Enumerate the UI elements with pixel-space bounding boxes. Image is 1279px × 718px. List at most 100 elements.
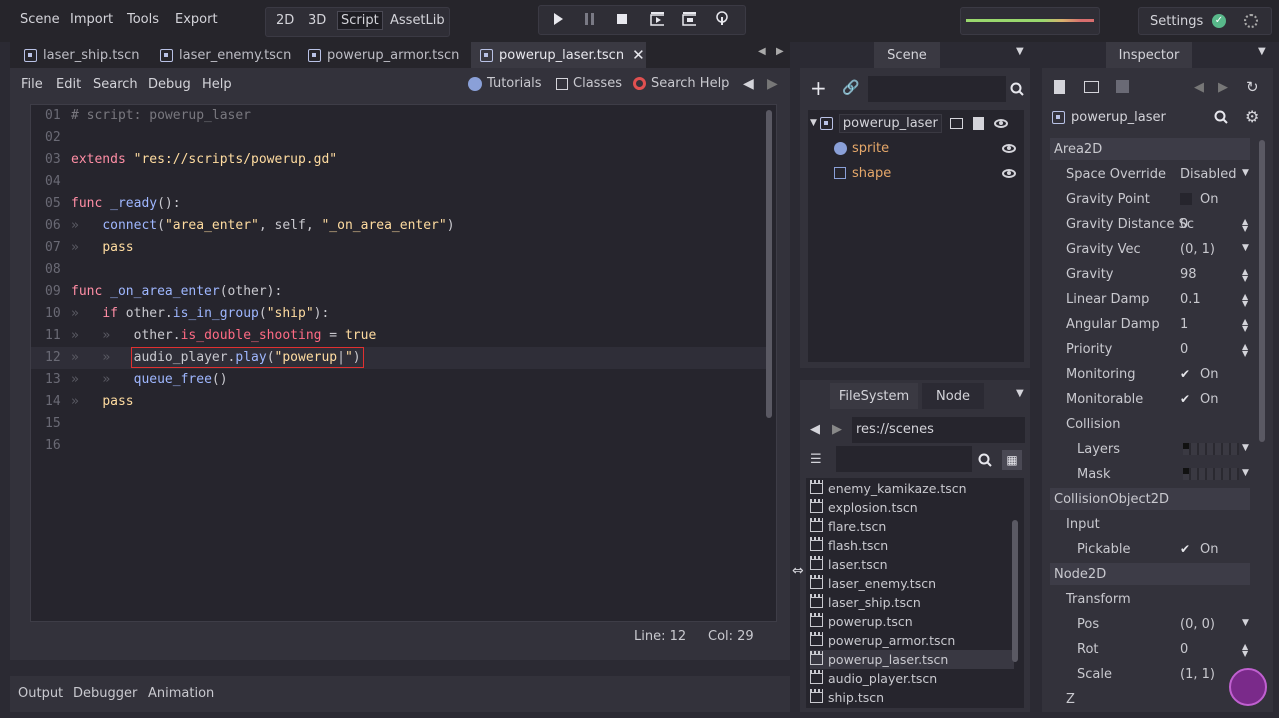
section-node2d[interactable]: Node2D <box>1050 563 1250 585</box>
code-line[interactable]: 12 » » audio_player.play("powerup|") <box>31 347 766 369</box>
scene-dock-menu-icon[interactable]: ▼ <box>1016 46 1024 57</box>
dropdown-icon[interactable]: ▼ <box>1242 243 1249 253</box>
tree-node-sprite[interactable]: sprite <box>834 137 1020 159</box>
prop-z-group[interactable]: Z <box>1066 688 1075 710</box>
forward-icon[interactable]: ▶ <box>832 422 842 437</box>
file-item[interactable]: laser_enemy.tscn <box>810 574 1014 593</box>
code-line[interactable]: 16 <box>31 435 766 457</box>
inspector-scrollbar[interactable] <box>1259 140 1265 442</box>
tree-node-root[interactable]: ▼ powerup_laser <box>810 112 1022 134</box>
spin-arrows-icon[interactable]: ▲ ▼ <box>1242 343 1248 358</box>
code-line[interactable]: 15 <box>31 413 766 435</box>
tab-filesystem[interactable]: FileSystem <box>830 383 918 409</box>
mode-3d[interactable]: 3D <box>308 13 326 28</box>
visibility-eye-icon[interactable] <box>993 118 1008 128</box>
checkbox-unchecked[interactable] <box>1180 193 1192 205</box>
menu-tools[interactable]: Tools <box>127 12 159 27</box>
section-area2d[interactable]: Area2D <box>1050 138 1250 160</box>
scene-filter-input[interactable] <box>868 76 1006 102</box>
code-line[interactable]: 10 » if other.is_in_group("ship"): <box>31 303 766 325</box>
tab-node[interactable]: Node <box>922 383 984 409</box>
prop-monitoring-toggle[interactable]: ✔ On <box>1180 363 1218 385</box>
back-icon[interactable]: ◀ <box>810 422 820 437</box>
prop-rot-value[interactable]: 0 <box>1180 638 1188 660</box>
tab-animation[interactable]: Animation <box>148 686 214 701</box>
code-line[interactable]: 05 func _ready(): <box>31 193 766 215</box>
tab-scroll-left-icon[interactable]: ◀ <box>758 46 766 57</box>
code-line[interactable]: 11 » » other.is_double_shooting = true <box>31 325 766 347</box>
file-item[interactable]: powerup_laser.tscn <box>810 650 1014 669</box>
file-item[interactable]: powerup.tscn <box>810 612 1014 631</box>
dropdown-icon[interactable]: ▼ <box>1242 443 1249 453</box>
path-field[interactable]: res://scenes <box>852 417 1025 443</box>
prop-space-override-value[interactable]: Disabled <box>1180 163 1236 185</box>
link-icon[interactable]: 🔗 <box>842 80 859 96</box>
prop-gravity-value[interactable]: 98 <box>1180 263 1197 285</box>
collapse-icon[interactable]: ▼ <box>810 118 817 128</box>
inspector-tab[interactable]: Inspector <box>1106 42 1192 68</box>
prop-pos-value[interactable]: (0, 0) <box>1180 613 1215 635</box>
gear-icon[interactable]: ⚙ <box>1245 107 1259 126</box>
scene-dock-tab[interactable]: Scene <box>874 42 940 68</box>
spin-arrows-icon[interactable]: ▲ ▼ <box>1242 293 1248 308</box>
mask-bitfield[interactable] <box>1183 468 1239 480</box>
tab-powerup-armor[interactable]: powerup_armor.tscn <box>308 42 468 68</box>
file-search-input[interactable] <box>836 446 972 472</box>
tree-node-shape[interactable]: shape <box>834 162 1020 184</box>
tutorials-button[interactable]: Tutorials <box>468 76 542 91</box>
open-folder-icon[interactable] <box>1084 81 1099 93</box>
prop-collision-group[interactable]: Collision <box>1066 413 1120 435</box>
pause-icon[interactable] <box>583 12 597 26</box>
code-line[interactable]: 04 <box>31 171 766 193</box>
prop-scale-value[interactable]: (1, 1) <box>1180 663 1215 685</box>
spin-arrows-icon[interactable]: ▲ ▼ <box>1242 643 1248 658</box>
spin-arrows-icon[interactable]: ▲ ▼ <box>1242 318 1248 333</box>
prop-linear-damp-value[interactable]: 0.1 <box>1180 288 1201 310</box>
tree-view-icon[interactable]: ☰ <box>810 452 822 467</box>
editor-menu-search[interactable]: Search <box>93 77 138 92</box>
search-icon[interactable] <box>1214 110 1228 124</box>
prop-monitorable-toggle[interactable]: ✔ On <box>1180 388 1218 410</box>
menu-scene[interactable]: Scene <box>20 12 60 27</box>
menu-export[interactable]: Export <box>175 12 218 27</box>
code-line[interactable]: 03 extends "res://scripts/powerup.gd" <box>31 149 766 171</box>
file-item[interactable]: ship.tscn <box>810 688 1014 707</box>
file-item[interactable]: laser.tscn <box>810 555 1014 574</box>
code-line[interactable]: 13 » » queue_free() <box>31 369 766 391</box>
code-line[interactable]: 01 # script: powerup_laser <box>31 105 766 127</box>
next-script-icon[interactable]: ▶ <box>767 76 778 92</box>
prop-gravity-point-toggle[interactable]: On <box>1180 188 1218 210</box>
visibility-eye-icon[interactable] <box>1002 168 1016 178</box>
tab-debugger[interactable]: Debugger <box>73 686 137 701</box>
spin-arrows-icon[interactable]: ▲ ▼ <box>1242 218 1248 233</box>
spin-arrows-icon[interactable]: ▲ ▼ <box>1242 268 1248 283</box>
add-node-icon[interactable]: + <box>810 78 827 98</box>
prop-gravity-vec-value[interactable]: (0, 1) <box>1180 238 1215 260</box>
search-help-button[interactable]: Search Help <box>633 76 729 91</box>
play-icon[interactable] <box>551 12 565 26</box>
grid-view-icon[interactable]: ▦ <box>1002 450 1022 470</box>
editor-menu-edit[interactable]: Edit <box>56 77 81 92</box>
close-icon[interactable]: ✕ <box>632 46 645 64</box>
history-icon[interactable]: ↻ <box>1246 78 1259 96</box>
code-editor[interactable]: 01 # script: powerup_laser 02 03 extends "re… <box>30 104 777 622</box>
stop-icon[interactable] <box>615 12 629 26</box>
mode-2d[interactable]: 2D <box>276 13 294 28</box>
classes-button[interactable]: Classes <box>556 76 622 91</box>
file-item[interactable]: laser_ship.tscn <box>810 593 1014 612</box>
dropdown-icon[interactable]: ▼ <box>1242 618 1249 628</box>
tab-laser-ship[interactable]: laser_ship.tscn <box>24 42 149 68</box>
play-scene-icon[interactable] <box>650 12 664 26</box>
tab-scroll-right-icon[interactable]: ▶ <box>776 46 784 57</box>
menu-import[interactable]: Import <box>70 12 113 27</box>
fs-menu-icon[interactable]: ▼ <box>1016 388 1024 399</box>
history-forward-icon[interactable]: ▶ <box>1218 80 1228 95</box>
code-scrollbar[interactable] <box>766 110 772 418</box>
checkbox-checked-icon[interactable]: ✔ <box>1180 368 1192 380</box>
mode-assetlib[interactable]: AssetLib <box>390 13 445 28</box>
new-resource-icon[interactable] <box>1054 80 1065 94</box>
tab-output[interactable]: Output <box>18 686 63 701</box>
editor-menu-help[interactable]: Help <box>202 77 232 92</box>
editor-menu-file[interactable]: File <box>21 77 43 92</box>
file-item[interactable]: explosion.tscn <box>810 498 1014 517</box>
